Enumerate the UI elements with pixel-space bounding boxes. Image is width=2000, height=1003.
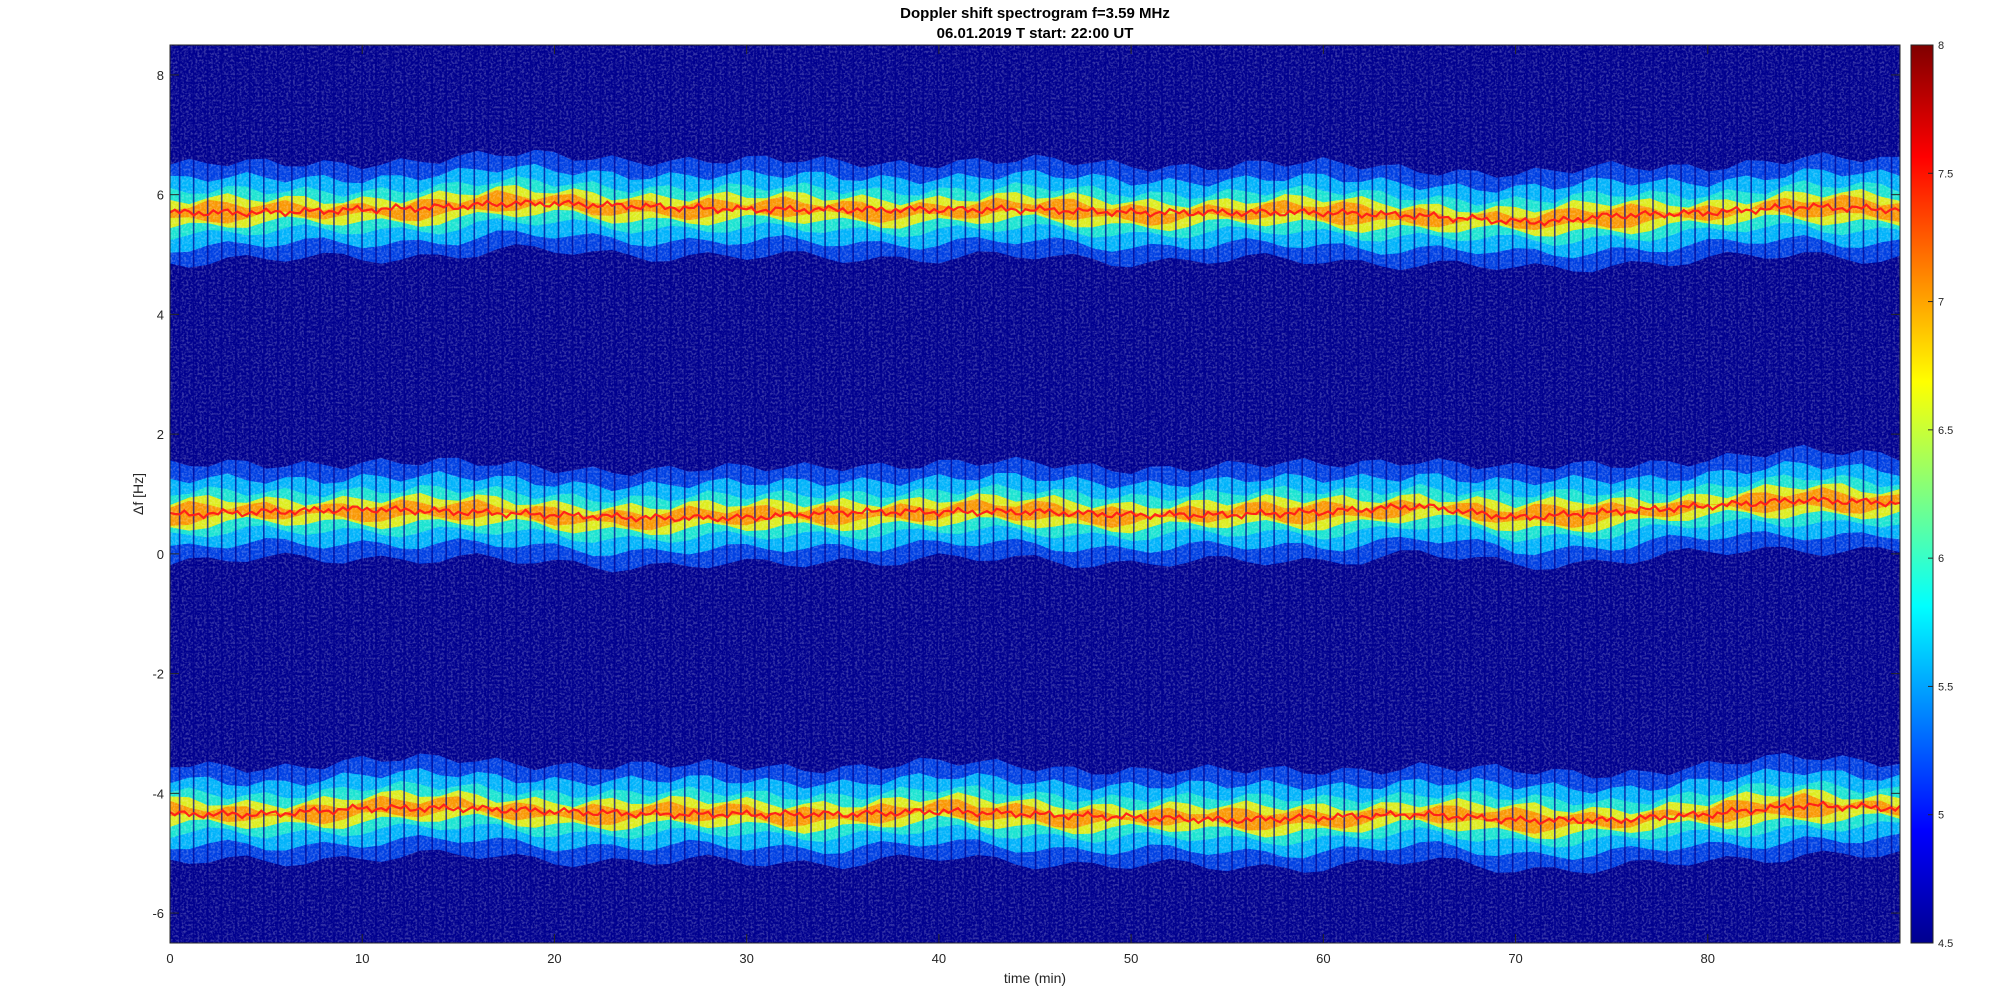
colorbar-tick-label: 8 [1938,40,1944,52]
x-tick-label: 80 [1701,951,1715,966]
spectrogram-figure: Doppler shift spectrogram f=3.59 MHz 06.… [130,5,1953,986]
colorbar-tick-label: 7 [1938,297,1944,309]
plot-area [169,44,1901,944]
y-tick-label: -4 [152,786,164,801]
colorbar-tick-label: 6.5 [1938,425,1953,437]
x-tick-label: 70 [1508,951,1522,966]
chart-title: Doppler shift spectrogram f=3.59 MHz [900,5,1170,22]
colorbar-tick-label: 5.5 [1938,681,1953,693]
x-tick-label: 30 [739,951,753,966]
chart-subtitle: 06.01.2019 T start: 22:00 UT [937,25,1134,42]
x-tick-label: 50 [1124,951,1138,966]
colorbar-gradient [1910,44,1934,944]
x-tick-label: 60 [1316,951,1330,966]
y-tick-label: 4 [157,307,164,322]
colorbar-tick-label: 5 [1938,810,1944,822]
y-tick-label: 6 [157,188,164,203]
x-tick-label: 10 [355,951,369,966]
x-tick-label: 0 [166,951,173,966]
colorbar-tick-label: 4.5 [1938,938,1953,950]
y-tick-label: 2 [157,427,164,442]
y-tick-label: 8 [157,68,164,83]
x-axis-label: time (min) [1004,970,1066,986]
y-axis-label: Δf [Hz] [130,473,146,515]
x-tick-label: 20 [547,951,561,966]
colorbar: 8 7.5 7 6.5 6 5.5 5 4.5 [1910,40,1953,950]
y-tick-label: -2 [152,667,164,682]
y-tick-label: 0 [157,547,164,562]
colorbar-tick-label: 6 [1938,553,1944,565]
x-tick-label: 40 [932,951,946,966]
y-tick-label: -6 [152,906,164,921]
colorbar-tick-label: 7.5 [1938,168,1953,180]
